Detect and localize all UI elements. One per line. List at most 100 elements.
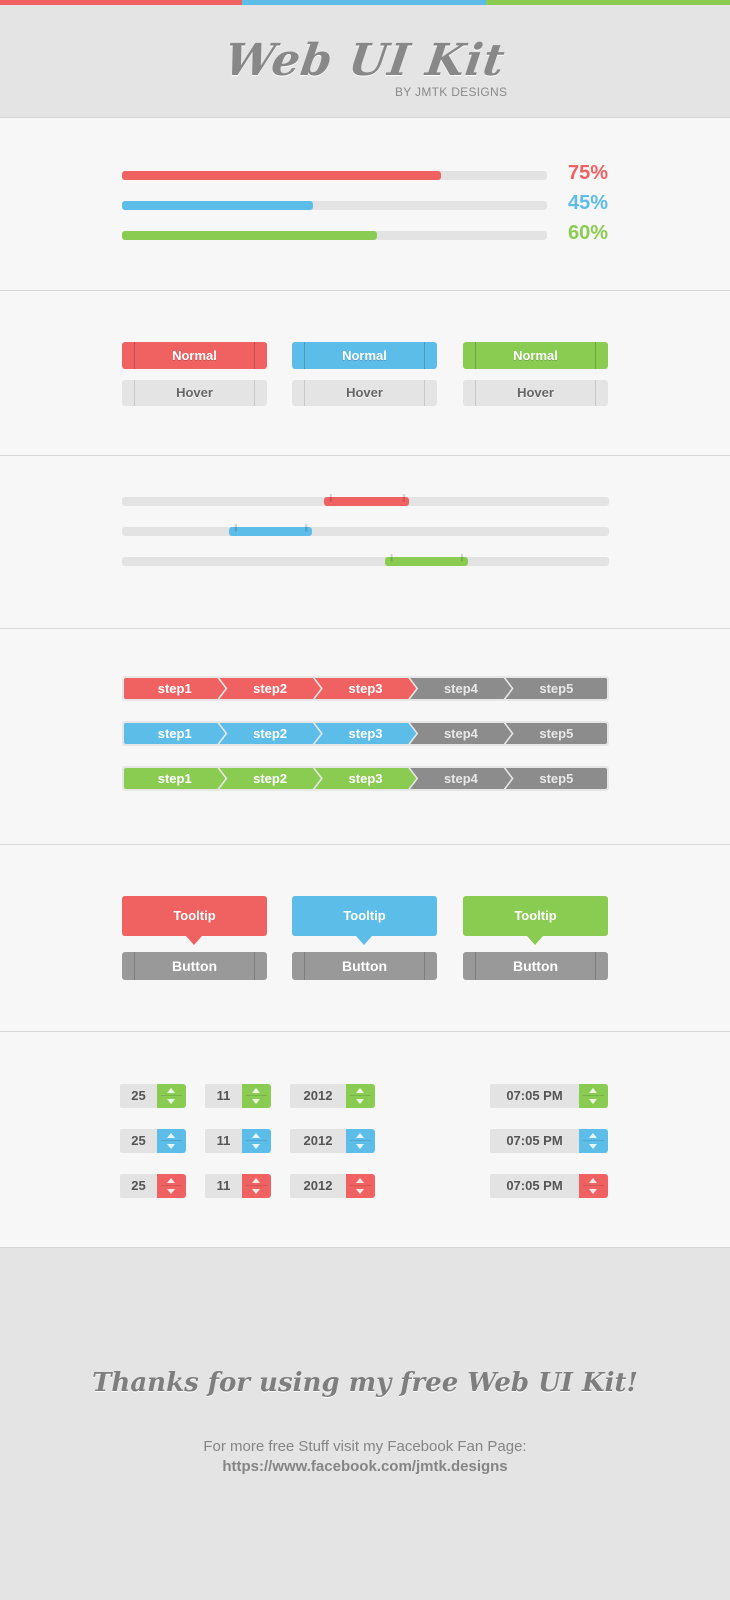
day-stepper[interactable]: 25	[120, 1084, 186, 1108]
arrow-down-icon[interactable]	[356, 1099, 364, 1104]
arrow-up-icon[interactable]	[252, 1088, 260, 1093]
progress-section: 75% 45% 60%	[0, 118, 730, 291]
gray-button[interactable]: Button	[122, 952, 267, 980]
steppers-section: 25 11 2012 07:05 PM 25 11 2012 07:05 PM 25 11 2012…	[0, 1032, 730, 1247]
arrow-up-icon[interactable]	[356, 1088, 364, 1093]
arrow-down-icon[interactable]	[589, 1099, 597, 1104]
stepper-divider	[161, 1185, 182, 1186]
arrow-down-icon[interactable]	[252, 1144, 260, 1149]
arrow-up-icon[interactable]	[589, 1088, 597, 1093]
day-stepper-value[interactable]: 25	[120, 1129, 157, 1153]
step-item[interactable]: step3	[315, 768, 416, 789]
tooltip-text: Tooltip	[343, 908, 386, 923]
stepper-controls[interactable]	[242, 1174, 271, 1198]
stepper-controls[interactable]	[346, 1174, 375, 1198]
stepper-controls[interactable]	[157, 1084, 186, 1108]
tooltip-arrow-icon	[356, 936, 372, 945]
arrow-down-icon[interactable]	[589, 1144, 597, 1149]
normal-button[interactable]: Normal	[122, 342, 267, 369]
step-item[interactable]: step2	[219, 723, 320, 744]
time-stepper-value[interactable]: 07:05 PM	[490, 1174, 579, 1198]
stepper-controls[interactable]	[157, 1129, 186, 1153]
arrow-down-icon[interactable]	[356, 1189, 364, 1194]
range-slider-track[interactable]	[122, 523, 609, 536]
arrow-down-icon[interactable]	[167, 1099, 175, 1104]
year-stepper-value[interactable]: 2012	[290, 1129, 346, 1153]
tooltips-section: Tooltip Button Tooltip Button Tooltip Button	[0, 845, 730, 1032]
time-stepper[interactable]: 07:05 PM	[490, 1174, 608, 1198]
step-item[interactable]: step2	[219, 768, 320, 789]
hover-button[interactable]: Hover	[463, 380, 608, 406]
step-item[interactable]: step2	[219, 678, 320, 699]
stepper-controls[interactable]	[579, 1174, 608, 1198]
progress-track	[122, 231, 547, 240]
arrow-up-icon[interactable]	[589, 1133, 597, 1138]
step-item[interactable]: step3	[315, 678, 416, 699]
step-item[interactable]: step1	[124, 678, 225, 699]
time-stepper-value[interactable]: 07:05 PM	[490, 1129, 579, 1153]
step-item[interactable]: step5	[505, 678, 608, 699]
gray-button[interactable]: Button	[463, 952, 608, 980]
day-stepper[interactable]: 25	[120, 1174, 186, 1198]
stepper-controls[interactable]	[346, 1129, 375, 1153]
step-item[interactable]: step4	[410, 723, 511, 744]
month-stepper-value[interactable]: 11	[205, 1174, 242, 1198]
stepper-controls[interactable]	[579, 1129, 608, 1153]
year-stepper-value[interactable]: 2012	[290, 1174, 346, 1198]
time-stepper[interactable]: 07:05 PM	[490, 1084, 608, 1108]
arrow-up-icon[interactable]	[252, 1133, 260, 1138]
normal-button[interactable]: Normal	[463, 342, 608, 369]
arrow-up-icon[interactable]	[356, 1133, 364, 1138]
range-slider-track[interactable]	[122, 553, 609, 566]
month-stepper[interactable]: 11	[205, 1174, 271, 1198]
stepper-controls[interactable]	[157, 1174, 186, 1198]
step-item[interactable]: step5	[505, 723, 608, 744]
step-item[interactable]: step3	[315, 723, 416, 744]
stepper-controls[interactable]	[579, 1084, 608, 1108]
month-stepper[interactable]: 11	[205, 1129, 271, 1153]
arrow-up-icon[interactable]	[167, 1088, 175, 1093]
range-slider-handle[interactable]	[229, 523, 312, 536]
step-item[interactable]: step1	[124, 768, 225, 789]
year-stepper[interactable]: 2012	[290, 1084, 375, 1108]
arrow-up-icon[interactable]	[252, 1178, 260, 1183]
step-item[interactable]: step5	[505, 768, 608, 789]
stepper-controls[interactable]	[242, 1084, 271, 1108]
month-stepper[interactable]: 11	[205, 1084, 271, 1108]
gray-button[interactable]: Button	[292, 952, 437, 980]
range-slider-handle[interactable]	[384, 553, 468, 566]
step-item[interactable]: step1	[124, 723, 225, 744]
day-stepper-value[interactable]: 25	[120, 1174, 157, 1198]
stepper-controls[interactable]	[242, 1129, 271, 1153]
month-stepper-value[interactable]: 11	[205, 1084, 242, 1108]
arrow-down-icon[interactable]	[252, 1099, 260, 1104]
year-stepper[interactable]: 2012	[290, 1174, 375, 1198]
arrow-down-icon[interactable]	[252, 1189, 260, 1194]
hover-button[interactable]: Hover	[292, 380, 437, 406]
day-stepper-value[interactable]: 25	[120, 1084, 157, 1108]
month-stepper-value[interactable]: 11	[205, 1129, 242, 1153]
time-stepper-value[interactable]: 07:05 PM	[490, 1084, 579, 1108]
year-stepper-value[interactable]: 2012	[290, 1084, 346, 1108]
arrow-up-icon[interactable]	[167, 1133, 175, 1138]
time-stepper[interactable]: 07:05 PM	[490, 1129, 608, 1153]
normal-button[interactable]: Normal	[292, 342, 437, 369]
range-slider-track[interactable]	[122, 493, 609, 506]
arrow-down-icon[interactable]	[589, 1189, 597, 1194]
range-slider-handle[interactable]	[324, 493, 410, 506]
facebook-link[interactable]: https://www.facebook.com/jmtk.designs	[0, 1458, 730, 1475]
day-stepper[interactable]: 25	[120, 1129, 186, 1153]
tooltip: Tooltip	[292, 896, 437, 945]
stepper-controls[interactable]	[346, 1084, 375, 1108]
hover-button[interactable]: Hover	[122, 380, 267, 406]
step-item[interactable]: step4	[410, 768, 511, 789]
arrow-up-icon[interactable]	[589, 1178, 597, 1183]
arrow-down-icon[interactable]	[356, 1144, 364, 1149]
arrow-down-icon[interactable]	[167, 1189, 175, 1194]
year-stepper[interactable]: 2012	[290, 1129, 375, 1153]
arrow-up-icon[interactable]	[167, 1178, 175, 1183]
arrow-down-icon[interactable]	[167, 1144, 175, 1149]
arrow-up-icon[interactable]	[356, 1178, 364, 1183]
progress-fill	[122, 201, 314, 210]
step-item[interactable]: step4	[410, 678, 511, 699]
